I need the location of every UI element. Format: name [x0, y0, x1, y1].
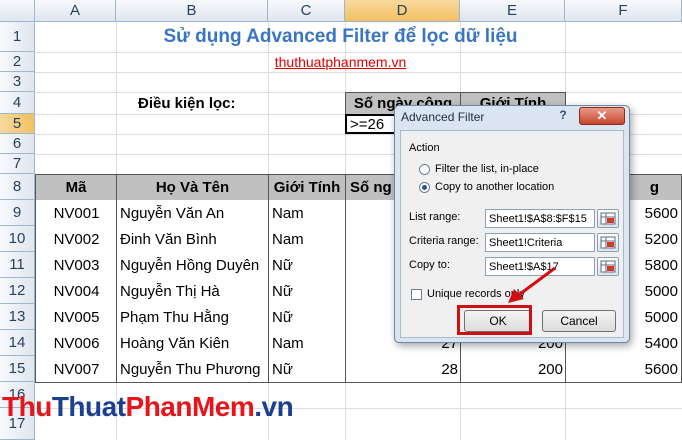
action-group-label: Action: [409, 142, 440, 154]
copy-to-collapse-button[interactable]: [597, 257, 619, 276]
table-cell-ma[interactable]: NV002: [35, 226, 117, 253]
table-cell-name[interactable]: Phạm Thu Hằng: [116, 304, 269, 331]
row-header-13[interactable]: 13: [0, 304, 35, 330]
unique-records-checkbox[interactable]: [411, 289, 422, 300]
table-cell-ma[interactable]: NV006: [35, 330, 117, 357]
table-cell-name[interactable]: Đinh Văn Bình: [116, 226, 269, 253]
row-header-5[interactable]: 5: [0, 114, 35, 134]
radio-filter-in-place[interactable]: [419, 164, 430, 175]
column-header-f[interactable]: F: [565, 0, 682, 22]
watermark-part-thuat: Thuat: [51, 391, 126, 422]
row-header-3[interactable]: 3: [0, 72, 35, 92]
row-header-9[interactable]: 9: [0, 200, 35, 226]
radio-copy-to-location[interactable]: [419, 182, 430, 193]
table-cell-rate[interactable]: 200: [460, 356, 566, 383]
cancel-button[interactable]: Cancel: [542, 310, 616, 332]
table-cell-gender[interactable]: Nam: [268, 226, 346, 253]
table-cell-name[interactable]: Nguyễn Văn An: [116, 200, 269, 227]
copy-to-label: Copy to:: [409, 259, 450, 271]
website-link[interactable]: thuthuatphanmem.vn: [116, 52, 565, 72]
table-cell-name[interactable]: Hoàng Văn Kiên: [116, 330, 269, 357]
table-cell-ma[interactable]: NV003: [35, 252, 117, 279]
list-range-input[interactable]: Sheet1!$A$8:$F$15: [485, 209, 595, 228]
row-header-15[interactable]: 15: [0, 356, 35, 382]
table-cell-gender[interactable]: Nữ: [268, 252, 346, 279]
table-cell-ma[interactable]: NV004: [35, 278, 117, 305]
row-header-2[interactable]: 2: [0, 52, 35, 72]
table-cell-ma[interactable]: NV001: [35, 200, 117, 227]
help-button[interactable]: ?: [553, 108, 573, 124]
table-cell-name[interactable]: Nguyễn Hồng Duyên: [116, 252, 269, 279]
column-header-b[interactable]: B: [116, 0, 268, 22]
column-header-e[interactable]: E: [460, 0, 565, 22]
watermark-part-phanmem: PhanMem: [125, 391, 255, 422]
list-range-label: List range:: [409, 211, 461, 223]
table-cell-ma[interactable]: NV005: [35, 304, 117, 331]
criteria-range-label: Criteria range:: [409, 235, 479, 247]
table-header-ma[interactable]: Mã: [35, 174, 117, 201]
criteria-range-input[interactable]: Sheet1!Criteria: [485, 233, 595, 252]
table-cell-gender[interactable]: Nam: [268, 200, 346, 227]
table-cell-days[interactable]: 28: [345, 356, 461, 383]
table-cell-gender[interactable]: Nữ: [268, 356, 346, 383]
copy-to-location-label[interactable]: Copy to another location: [435, 181, 554, 193]
table-header-name[interactable]: Họ Và Tên: [116, 174, 269, 201]
row-header-11[interactable]: 11: [0, 252, 35, 278]
select-all-corner[interactable]: [0, 0, 35, 22]
table-cell-name[interactable]: Nguyễn Thu Phương: [116, 356, 269, 383]
row-header-12[interactable]: 12: [0, 278, 35, 304]
table-header-gender[interactable]: Giới Tính: [268, 174, 346, 201]
pointer-arrow-icon: [508, 266, 556, 303]
row-header-1[interactable]: 1: [0, 22, 35, 52]
column-header-a[interactable]: A: [35, 0, 116, 22]
table-cell-gender[interactable]: Nữ: [268, 304, 346, 331]
watermark-part-vn: .vn: [254, 391, 294, 422]
table-cell-ma[interactable]: NV007: [35, 356, 117, 383]
range-select-icon: [600, 212, 616, 225]
sheet-title[interactable]: Sử dụng Advanced Filter để lọc dữ liệu: [116, 22, 565, 52]
filter-in-place-label[interactable]: Filter the list, in-place: [435, 163, 539, 175]
table-cell-gender[interactable]: Nữ: [268, 278, 346, 305]
criteria-range-collapse-button[interactable]: [597, 233, 619, 252]
range-select-icon: [600, 260, 616, 273]
watermark-logo: ThuThuatPhanMem.vn: [2, 391, 294, 423]
table-cell-name[interactable]: Nguyễn Thị Hà: [116, 278, 269, 305]
table-cell-salary[interactable]: 5600: [565, 356, 682, 383]
list-range-collapse-button[interactable]: [597, 209, 619, 228]
column-header-c[interactable]: C: [268, 0, 345, 22]
row-header-8[interactable]: 8: [0, 174, 35, 200]
row-header-7[interactable]: 7: [0, 154, 35, 174]
watermark-part-thu: Thu: [2, 391, 52, 422]
dialog-title: Advanced Filter: [401, 110, 485, 124]
range-select-icon: [600, 236, 616, 249]
table-cell-gender[interactable]: Nam: [268, 330, 346, 357]
row-header-14[interactable]: 14: [0, 330, 35, 356]
row-header-10[interactable]: 10: [0, 226, 35, 252]
close-button[interactable]: ✕: [579, 107, 625, 125]
criteria-label[interactable]: Điều kiện lọc:: [138, 92, 268, 114]
column-header-d[interactable]: D: [345, 0, 460, 22]
row-header-6[interactable]: 6: [0, 134, 35, 154]
row-header-4[interactable]: 4: [0, 92, 35, 114]
